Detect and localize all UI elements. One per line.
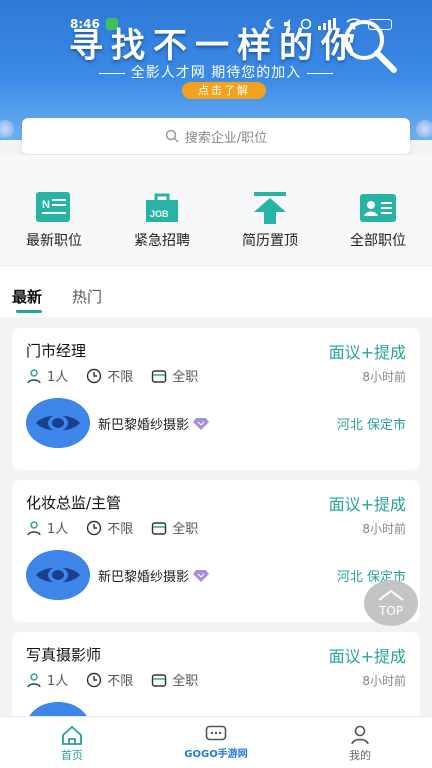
job-type: 全职: [172, 674, 199, 689]
pin-top-icon: [254, 192, 286, 224]
svg-text:JOB: JOB: [150, 209, 169, 219]
job-time: 8小时前: [362, 522, 406, 536]
job-title: 化妆总监/主管: [26, 494, 122, 512]
job-time: 8小时前: [362, 370, 406, 384]
category-label: 全部职位: [350, 233, 406, 249]
job-title: 门市经理: [26, 342, 87, 360]
job-type: 全职: [172, 522, 199, 537]
job-count: 1人: [47, 674, 69, 689]
job-experience: 不限: [107, 674, 134, 689]
category-label: 紧急招聘: [134, 233, 190, 249]
chevron-up-icon: [378, 589, 404, 601]
job-salary: 面议+提成: [328, 343, 406, 362]
job-meta: 1人 不限 全职: [26, 670, 216, 689]
nav-home[interactable]: 首页: [0, 717, 144, 768]
job-title: 写真摄影师: [26, 646, 102, 664]
company-name-row[interactable]: 新巴黎婚纱摄影: [98, 414, 210, 433]
job-experience: 不限: [107, 370, 134, 385]
company-name-row[interactable]: 新巴黎婚纱摄影: [98, 566, 210, 585]
clock-icon: [87, 520, 102, 535]
company-name: 新巴黎婚纱摄影: [98, 570, 190, 585]
job-meta: 1人 不限 全职: [26, 366, 216, 385]
category-shortcuts: N 最新职位 JOB 紧急招聘 简历置顶 全部职位: [0, 155, 432, 265]
bottom-nav: 首页 GOGO手游网 我的: [0, 716, 432, 768]
people-icon: [27, 368, 41, 383]
search-placeholder: 搜索企业/职位: [184, 130, 268, 146]
clock-icon: [87, 672, 102, 687]
verified-diamond-icon: [193, 417, 210, 430]
nav-profile[interactable]: 我的: [288, 717, 432, 768]
company-logo-eye-icon: [26, 398, 90, 448]
job-location: 河北 保定市: [336, 418, 406, 433]
category-all-jobs[interactable]: 全部职位: [324, 155, 432, 265]
search-input[interactable]: 搜索企业/职位: [22, 118, 410, 154]
clock-icon: [87, 368, 102, 383]
search-icon: [165, 129, 179, 143]
nav-home-label: 首页: [61, 749, 83, 762]
category-label: 最新职位: [26, 233, 82, 249]
svg-text:N: N: [42, 199, 50, 211]
id-card-icon: [360, 194, 396, 222]
category-label: 简历置顶: [242, 233, 298, 249]
category-urgent[interactable]: JOB 紧急招聘: [108, 155, 216, 265]
job-salary: 面议+提成: [328, 495, 406, 514]
new-jobs-icon: N: [36, 192, 70, 222]
tab-latest[interactable]: 最新: [12, 286, 42, 307]
job-count: 1人: [47, 370, 69, 385]
banner-subtitle: 全影人才网 期待您的加入: [130, 65, 302, 81]
job-time: 8小时前: [362, 674, 406, 688]
watermark-logo: GOGO手游网: [184, 749, 248, 760]
category-resume-top[interactable]: 简历置顶: [216, 155, 324, 265]
user-icon: [351, 725, 369, 745]
message-icon: [205, 725, 227, 741]
briefcase-icon: [152, 369, 167, 383]
job-experience: 不限: [107, 522, 134, 537]
flower-decoration-right: [416, 120, 432, 138]
job-meta: 1人 不限 全职: [26, 518, 216, 537]
job-count: 1人: [47, 522, 69, 537]
job-tabs: 最新 热门: [0, 265, 432, 317]
people-icon: [27, 520, 41, 535]
home-icon: [62, 725, 82, 745]
flower-decoration-left: [0, 120, 14, 138]
banner-cta-button[interactable]: 点击了解: [182, 82, 266, 99]
job-type: 全职: [172, 370, 199, 385]
job-salary: 面议+提成: [328, 647, 406, 666]
people-icon: [27, 672, 41, 687]
job-card[interactable]: 门市经理 面议+提成 1人 不限 全职 8小时前 新巴黎婚纱摄影 河北 保定市: [12, 328, 420, 470]
tab-hot[interactable]: 热门: [72, 286, 102, 307]
tab-underline: [16, 310, 42, 313]
verified-diamond-icon: [193, 569, 210, 582]
nav-profile-label: 我的: [349, 749, 371, 762]
briefcase-icon: [152, 673, 167, 687]
urgent-job-icon: JOB: [146, 193, 178, 222]
company-name: 新巴黎婚纱摄影: [98, 418, 190, 433]
back-to-top-button[interactable]: TOP: [364, 580, 418, 626]
job-card[interactable]: 化妆总监/主管 面议+提成 1人 不限 全职 8小时前 新巴黎婚纱摄影 河北 保…: [12, 480, 420, 622]
banner-subtitle-row: 全影人才网 期待您的加入: [0, 62, 432, 82]
company-logo-eye-icon: [26, 550, 90, 600]
back-to-top-label: TOP: [378, 604, 403, 618]
nav-messages[interactable]: GOGO手游网: [144, 717, 288, 768]
category-new-jobs[interactable]: N 最新职位: [0, 155, 108, 265]
briefcase-icon: [152, 521, 167, 535]
